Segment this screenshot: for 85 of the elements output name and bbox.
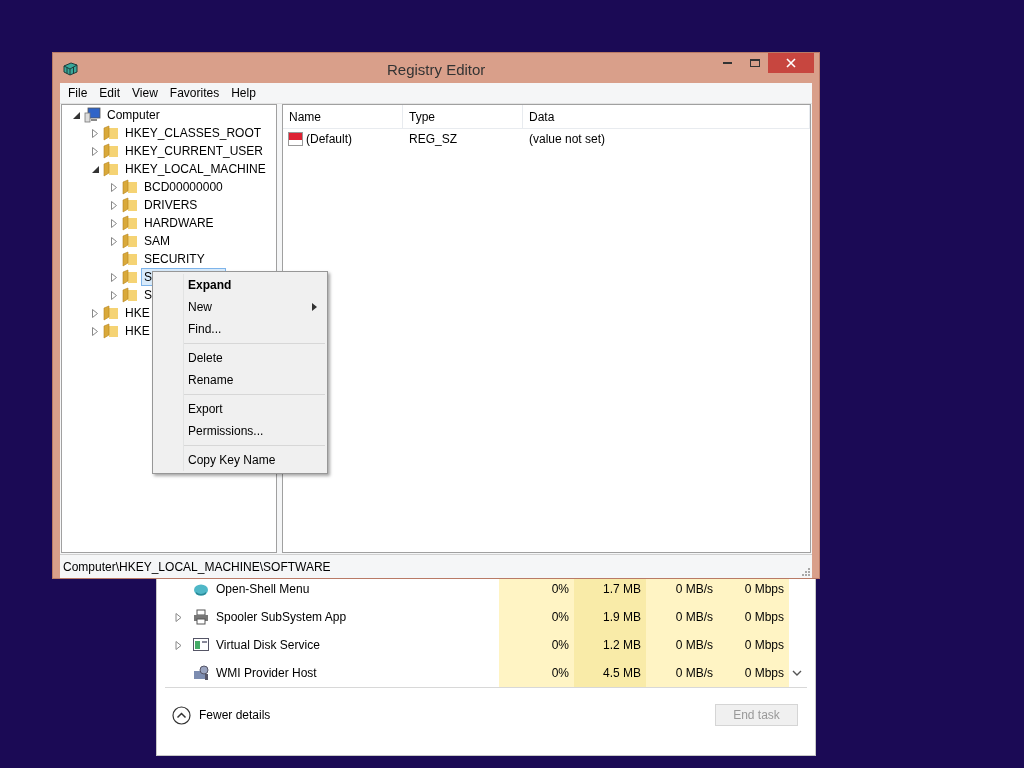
resize-grip-icon[interactable] — [800, 566, 810, 576]
column-header[interactable]: Data — [523, 105, 810, 128]
folder-icon — [122, 251, 138, 267]
menu-item[interactable]: Permissions... — [183, 420, 327, 442]
folder-icon — [103, 143, 119, 159]
expand-arrow-icon[interactable] — [175, 640, 182, 650]
menu-item[interactable]: Copy Key Name — [183, 449, 327, 471]
expand-arrow-icon[interactable] — [110, 236, 119, 246]
menu-item[interactable]: File — [62, 84, 94, 102]
tree-item[interactable]: HKE — [122, 304, 153, 322]
folder-icon — [103, 161, 119, 177]
menu-item[interactable]: Expand — [183, 274, 327, 296]
menu-item[interactable]: Export — [183, 398, 327, 420]
tree-item[interactable]: DRIVERS — [141, 196, 201, 214]
folder-icon — [122, 197, 138, 213]
folder-icon — [122, 287, 138, 303]
table-cell-text: (Default) — [306, 130, 352, 148]
expand-arrow-icon[interactable] — [110, 218, 119, 228]
fewer-details-link[interactable]: Fewer details — [199, 706, 271, 724]
table-cell-text: REG_SZ — [408, 130, 458, 148]
menu-item[interactable]: Rename — [183, 369, 327, 391]
collapse-icon[interactable] — [172, 705, 191, 725]
table-cell: 0 MB/s — [646, 659, 718, 687]
collapse-arrow-icon[interactable] — [72, 110, 81, 120]
close-icon — [786, 58, 796, 68]
folder-icon — [122, 269, 138, 285]
window-title: Registry Editor — [387, 60, 486, 80]
table-cell: 0% — [499, 659, 574, 687]
status-bar-path: Computer\HKEY_LOCAL_MACHINE\SOFTWARE — [63, 558, 331, 576]
expand-arrow-icon[interactable] — [91, 326, 100, 336]
expand-arrow-icon[interactable] — [91, 146, 100, 156]
folder-icon — [122, 179, 138, 195]
table-cell: 0 Mbps — [718, 631, 789, 659]
table-cell: 0 Mbps — [718, 603, 789, 631]
tree-item[interactable]: HARDWARE — [141, 214, 217, 232]
menu-item[interactable]: Help — [225, 84, 262, 102]
menu-item[interactable]: New — [183, 296, 327, 318]
close-button[interactable] — [768, 53, 814, 73]
table-cell: 0% — [499, 631, 574, 659]
folder-icon — [103, 125, 119, 141]
menu-item[interactable]: Delete — [183, 347, 327, 369]
table-cell: 0 MB/s — [646, 631, 718, 659]
expand-arrow-icon[interactable] — [110, 290, 119, 300]
table-cell: 0% — [499, 603, 574, 631]
tree-item[interactable]: HKEY_CURRENT_USER — [122, 142, 267, 160]
folder-icon — [103, 323, 119, 339]
process-name[interactable]: Spooler SubSystem App — [216, 608, 347, 626]
column-header[interactable]: Name — [283, 105, 403, 128]
expand-arrow-icon[interactable] — [91, 308, 100, 318]
column-header[interactable]: Type — [403, 105, 523, 128]
collapse-arrow-icon[interactable] — [91, 164, 100, 174]
table-cell: 1.9 MB — [574, 603, 646, 631]
menu-item[interactable]: Find... — [183, 318, 327, 340]
tree-item[interactable]: BCD00000000 — [141, 178, 226, 196]
tree-item[interactable]: HKEY_LOCAL_MACHINE — [122, 160, 269, 178]
table-cell-text: (value not set) — [528, 130, 607, 148]
process-name[interactable]: Virtual Disk Service — [216, 636, 320, 654]
expand-arrow-icon[interactable] — [110, 200, 119, 210]
tree-item[interactable]: HKE — [122, 322, 153, 340]
table-cell: 0 Mbps — [718, 659, 789, 687]
table-cell: 4.5 MB — [574, 659, 646, 687]
expand-arrow-icon[interactable] — [175, 612, 182, 622]
tree-item[interactable]: HKEY_CLASSES_ROOT — [122, 124, 265, 142]
tree-item[interactable]: Computer — [104, 106, 163, 124]
folder-icon — [122, 215, 138, 231]
menu-item[interactable]: View — [126, 84, 164, 102]
menu-item[interactable]: Edit — [93, 84, 127, 102]
window-icon — [193, 637, 209, 653]
expand-arrow-icon[interactable] — [110, 182, 119, 192]
process-name[interactable]: Open-Shell Menu — [216, 580, 310, 598]
folder-icon — [122, 233, 138, 249]
tree-item[interactable]: S — [141, 286, 155, 304]
folder-icon — [103, 305, 119, 321]
string-value-icon — [288, 131, 303, 146]
table-cell: 1.2 MB — [574, 631, 646, 659]
tree-item[interactable]: SECURITY — [141, 250, 208, 268]
tree-item[interactable]: SAM — [141, 232, 173, 250]
printer-icon — [193, 609, 209, 625]
expand-arrow-icon[interactable] — [91, 128, 100, 138]
expand-arrow-icon[interactable] — [110, 272, 119, 282]
process-name[interactable]: WMI Provider Host — [216, 664, 317, 682]
menu-item[interactable]: Favorites — [163, 84, 226, 102]
registry-cubes-icon — [62, 60, 79, 76]
table-cell: 0 MB/s — [646, 603, 718, 631]
computer-icon — [84, 107, 101, 123]
